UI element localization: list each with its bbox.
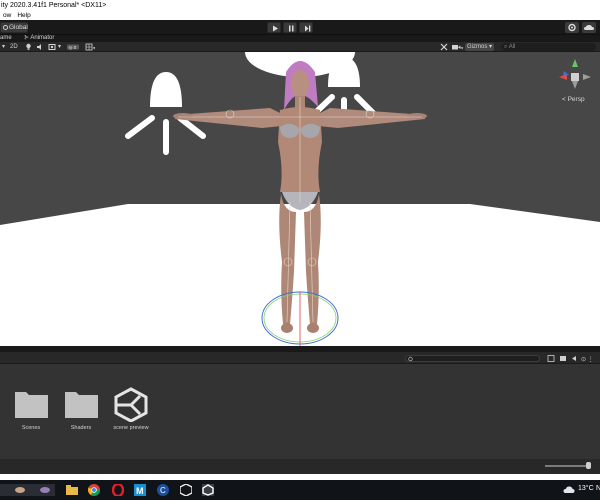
view-tabs: ame ⊱ Animator (0, 35, 600, 42)
svg-text:⊙ ⋮: ⊙ ⋮ (581, 357, 594, 363)
menu-bar: ow Help (0, 11, 600, 20)
scene-view[interactable]: < Persp (0, 52, 600, 346)
tab-game[interactable]: ame (0, 35, 12, 42)
opera-icon[interactable] (112, 484, 124, 496)
pause-icon (289, 25, 294, 32)
perspective-label[interactable]: < Persp (562, 96, 585, 103)
pause-button[interactable] (283, 22, 297, 33)
svg-text:M: M (136, 486, 144, 496)
play-button[interactable] (267, 22, 281, 33)
scene-canvas (0, 52, 600, 346)
asset-scene-preview[interactable] (106, 386, 156, 424)
step-icon (305, 25, 311, 32)
weather-temperature: 13°C (578, 485, 594, 492)
folder-icon (65, 392, 98, 418)
toggle-2d-button[interactable]: 2D (10, 43, 18, 51)
cloud-icon (584, 25, 594, 30)
app-m-icon[interactable]: M (134, 484, 146, 496)
scene-toolbar: ▾ 2D ▾ ◎ 0 ▾ ▾ Gizmos ▾ ⌕ All (0, 42, 600, 52)
camera-icon[interactable]: ▾ (451, 43, 464, 51)
project-panel: Scenes Shaders scene preview (0, 364, 600, 459)
effects-toggle-icon[interactable] (48, 43, 56, 51)
step-button[interactable] (299, 22, 313, 33)
asset-scene-preview-label: scene preview (113, 425, 149, 431)
project-toolbar: ⊙ ⋮ (0, 352, 600, 364)
gear-icon (568, 23, 576, 32)
os-taskbar: M C 13°C N (0, 480, 600, 500)
search-icon (408, 356, 413, 362)
unity-hub-icon[interactable] (180, 484, 192, 496)
taskbar-thumbnail-icon[interactable] (0, 484, 55, 496)
orientation-gizmo[interactable] (555, 57, 595, 91)
svg-text:▾: ▾ (461, 46, 464, 51)
scene-search-input[interactable]: ⌕ All (501, 43, 596, 51)
menu-item-window[interactable]: ow (0, 11, 14, 20)
weather-cloud-icon (563, 486, 575, 493)
icon-size-slider[interactable] (545, 465, 589, 467)
asset-shaders[interactable] (56, 386, 106, 424)
cloud-button[interactable] (582, 22, 596, 33)
toolbar-right (565, 22, 596, 33)
playmode-controls (267, 22, 313, 33)
globe-icon (3, 25, 8, 30)
search-placeholder: All (508, 44, 516, 50)
pivot-rotation-toggle[interactable]: Global (0, 22, 28, 33)
settings-button[interactable] (565, 22, 579, 33)
tab-animator-label: Animator (30, 35, 55, 41)
lighting-toggle-icon[interactable] (25, 43, 32, 51)
gizmos-label: Gizmos (467, 44, 488, 50)
gizmos-dropdown[interactable]: Gizmos ▾ (465, 43, 495, 51)
unity-scene-icon (114, 387, 148, 423)
global-label: Global (9, 24, 28, 31)
project-search-input[interactable] (405, 355, 540, 362)
grid-toggle-icon[interactable]: ▾ (85, 43, 97, 51)
unity-editor-icon[interactable] (202, 484, 214, 496)
tools-icon[interactable] (440, 43, 448, 51)
weather-suffix: N (596, 485, 600, 492)
effects-dropdown-icon[interactable]: ▾ (58, 43, 61, 51)
light-gizmo-left (125, 72, 206, 155)
main-toolbar: Global (0, 20, 600, 35)
app-c-icon[interactable]: C (157, 484, 169, 496)
folder-icon (15, 392, 48, 418)
asset-scenes-label: Scenes (21, 425, 41, 431)
project-toolbar-icons[interactable]: ⊙ ⋮ (546, 354, 596, 363)
icon-size-slider-knob[interactable] (586, 462, 591, 469)
window-title: ity 2020.3.41f1 Personal* <DX11> (0, 0, 600, 11)
svg-text:C: C (160, 486, 166, 495)
svg-text:▾: ▾ (93, 46, 96, 51)
audio-toggle-icon[interactable] (36, 43, 44, 51)
hidden-objects-icon[interactable]: ◎ 0 (66, 43, 80, 51)
file-explorer-icon[interactable] (66, 484, 78, 496)
chrome-icon[interactable] (88, 484, 100, 496)
asset-shaders-label: Shaders (70, 425, 92, 431)
asset-scenes[interactable] (6, 386, 56, 424)
svg-text:◎ 0: ◎ 0 (69, 45, 77, 50)
shading-mode-dropdown[interactable]: ▾ (2, 43, 5, 51)
menu-item-help[interactable]: Help (14, 11, 33, 20)
project-footer (0, 459, 600, 474)
play-icon (273, 25, 278, 32)
tab-animator[interactable]: ⊱ Animator (24, 35, 54, 42)
